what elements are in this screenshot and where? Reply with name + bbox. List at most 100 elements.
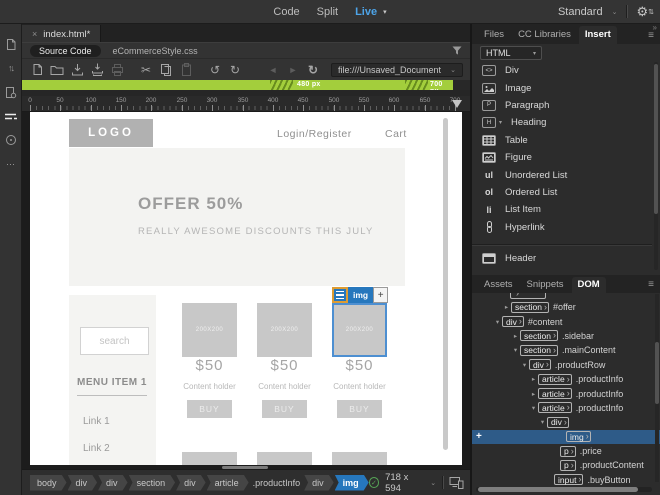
product-price[interactable]: $50 (257, 357, 312, 374)
forward-icon[interactable]: ► (283, 61, 303, 78)
paste-icon[interactable] (176, 61, 196, 78)
dom-row[interactable]: ▸ article .productInfo (472, 386, 660, 400)
tag-crumb[interactable]: article (207, 475, 249, 491)
expand-caret-icon[interactable]: ▾ (493, 318, 502, 326)
related-css-file[interactable]: eCommerceStyle.css (113, 46, 198, 56)
dom-row[interactable]: ▾ div .productRow (472, 358, 660, 372)
insert-item-figure[interactable]: Figure (472, 149, 652, 166)
address-dropdown-icon[interactable]: ⌄ (450, 66, 456, 74)
insert-item-paragraph[interactable]: P Paragraph (472, 97, 652, 114)
insert-item-list-item[interactable]: li List Item (472, 201, 652, 218)
sidebar-link-1[interactable]: Link 1 (83, 416, 110, 427)
expand-caret-icon[interactable]: ▸ (502, 303, 511, 311)
new-file-icon[interactable] (27, 61, 47, 78)
tag-crumb[interactable]: div (304, 475, 334, 491)
tag-crumb[interactable]: section (129, 475, 176, 491)
panel-menu-icon[interactable]: ≡ (648, 30, 654, 41)
expand-caret-icon[interactable]: ▾ (538, 418, 547, 426)
breakpoint-480-label[interactable]: 480 px (297, 81, 321, 88)
element-options-icon[interactable] (332, 287, 348, 303)
dom-row[interactable]: ▸ article .productInfo (472, 372, 660, 386)
element-tag-label[interactable]: img (348, 287, 374, 303)
product-description[interactable]: Content holder (332, 382, 387, 391)
tab-insert[interactable]: Insert (578, 26, 617, 44)
inspect-mode-icon[interactable] (3, 133, 18, 147)
cart-link[interactable]: Cart (385, 128, 407, 140)
source-code-button[interactable]: Source Code (30, 44, 101, 57)
tab-cc-libraries[interactable]: CC Libraries (512, 26, 577, 44)
dom-row[interactable]: ▾ div (472, 415, 660, 429)
heading-dropdown-icon[interactable]: ▾ (499, 119, 502, 126)
dom-row[interactable]: ▾ section .mainContent (472, 343, 660, 357)
tab-files[interactable]: Files (478, 26, 510, 44)
product-image[interactable] (332, 452, 387, 465)
search-input[interactable] (80, 327, 149, 355)
product-image[interactable]: 200X200 (257, 303, 312, 357)
file-management-icon[interactable]: ↑↓ (3, 61, 18, 75)
product-image[interactable]: 200X200 (182, 303, 237, 357)
insert-item-div[interactable]: <> Div (472, 62, 652, 79)
sidebar-link-2[interactable]: Link 2 (83, 443, 110, 454)
insert-item-unordered-list[interactable]: ul Unordered List (472, 166, 652, 183)
device-preview-icon[interactable] (449, 476, 464, 489)
viewport-size-caret-icon[interactable]: ⌄ (430, 479, 436, 487)
page-logo[interactable]: LOGO (69, 119, 153, 147)
add-element-icon[interactable]: + (476, 431, 482, 442)
back-icon[interactable]: ◄ (263, 61, 283, 78)
dom-row[interactable]: ▸ section #offer (472, 300, 660, 314)
expand-caret-icon[interactable]: ▸ (529, 390, 538, 398)
product-description[interactable]: Content holder (182, 382, 237, 391)
live-view-canvas[interactable]: LOGO Login/Register Cart OFFER 50% REALL… (30, 112, 462, 465)
insert-item-table[interactable]: Table (472, 132, 652, 149)
dom-row[interactable]: p .productContent (472, 458, 660, 472)
add-element-icon[interactable]: + (373, 287, 389, 303)
undo-icon[interactable]: ↺ (205, 61, 225, 78)
product-description[interactable]: Content holder (257, 382, 312, 391)
save-file-icon[interactable] (67, 61, 87, 78)
tag-crumb-class[interactable]: .productInfo (250, 475, 304, 491)
dom-vertical-scrollbar[interactable] (655, 294, 659, 482)
expand-caret-icon[interactable]: ▸ (529, 375, 538, 383)
buy-button[interactable]: BUY (187, 400, 232, 418)
tab-snippets[interactable]: Snippets (521, 277, 570, 293)
tag-crumb[interactable]: div (176, 475, 206, 491)
page-sidebar[interactable]: MENU ITEM 1 Link 1 Link 2 (69, 295, 156, 465)
expand-caret-icon[interactable]: ▾ (511, 346, 520, 354)
buy-button[interactable]: BUY (337, 400, 382, 418)
expand-caret-icon[interactable]: ▾ (529, 404, 538, 412)
live-view-caret-icon[interactable]: ▾ (383, 8, 387, 16)
product-image-selected[interactable]: 200X200 (332, 303, 387, 357)
viewport-scrubber-handle[interactable] (452, 100, 462, 108)
breakpoint-handle[interactable] (405, 80, 428, 90)
address-bar[interactable]: file:///Unsaved_Document ⌄ (331, 62, 463, 77)
close-tab-icon[interactable]: × (32, 29, 37, 39)
dom-row[interactable]: ▸ section .sidebar (472, 329, 660, 343)
insert-item-ordered-list[interactable]: ol Ordered List (472, 184, 652, 201)
live-view-options-icon[interactable] (3, 109, 18, 123)
breakpoint-handle[interactable] (270, 80, 293, 90)
redo-icon[interactable]: ↻ (225, 61, 245, 78)
expand-caret-icon[interactable]: ▾ (520, 361, 529, 369)
tag-crumb[interactable]: div (98, 475, 128, 491)
customize-toolbar-icon[interactable]: ⋯ (3, 157, 18, 171)
tag-crumb[interactable]: div (68, 475, 98, 491)
insert-item-header[interactable]: Header (472, 250, 652, 267)
tag-crumb-selected[interactable]: img (335, 475, 369, 491)
tab-dom[interactable]: DOM (571, 277, 606, 293)
copy-icon[interactable] (156, 61, 176, 78)
live-source-code-icon[interactable] (3, 85, 18, 99)
dom-row-selected[interactable]: + img (472, 429, 660, 444)
insert-item-image[interactable]: Image (472, 79, 652, 96)
insert-panel-scrollbar[interactable] (654, 62, 658, 270)
workspace-caret-icon[interactable]: ⌄ (612, 8, 618, 16)
canvas-vertical-scrollbar[interactable] (443, 118, 448, 450)
buy-button[interactable]: BUY (262, 400, 307, 418)
insert-item-hyperlink[interactable]: Hyperlink (472, 219, 652, 236)
dom-horizontal-scrollbar[interactable] (476, 487, 652, 492)
dom-row[interactable]: ▾ div #content (472, 314, 660, 328)
workspace-selector[interactable]: Standard (558, 6, 603, 18)
open-file-icon[interactable] (47, 61, 67, 78)
insert-item-heading[interactable]: H ▾ Heading (472, 114, 652, 131)
product-image[interactable] (182, 452, 237, 465)
filter-related-files-icon[interactable] (452, 46, 463, 56)
